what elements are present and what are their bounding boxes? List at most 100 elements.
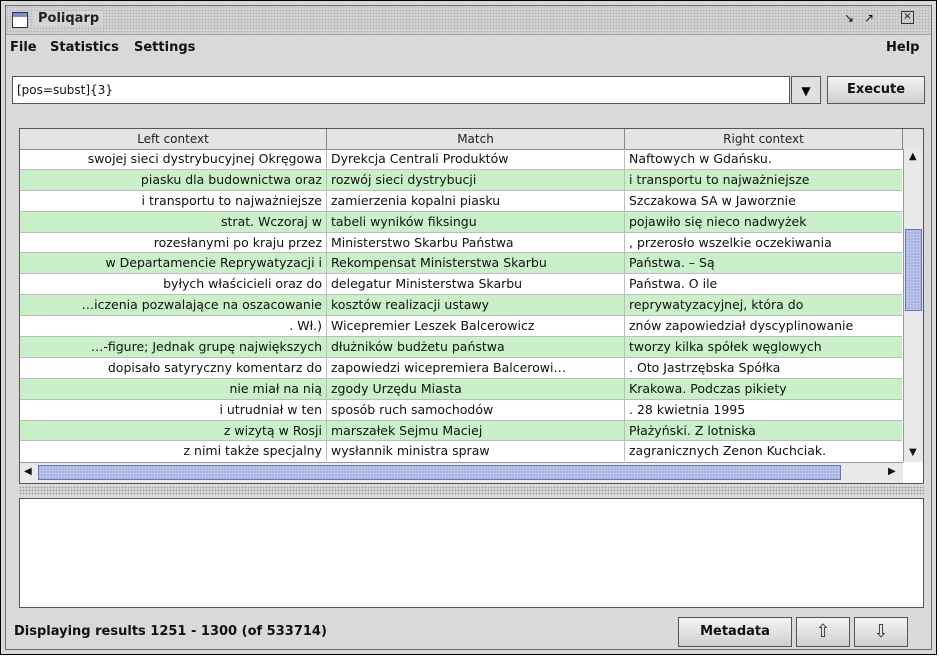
- next-page-button[interactable]: ⇩: [854, 617, 908, 647]
- menu-statistics[interactable]: Statistics: [50, 40, 119, 55]
- left-context-cell: piasku dla budownictwa oraz: [20, 169, 327, 190]
- right-context-cell: Naftowych w Gdańsku.: [629, 151, 772, 166]
- scroll-right-icon[interactable]: ▶: [888, 466, 896, 477]
- table-row[interactable]: nie miał na nią zgody Urzędu Miasta Krak…: [20, 378, 902, 400]
- split-pane-divider[interactable]: [19, 486, 924, 495]
- match-cell: delegatur Ministerstwa Skarbu: [327, 274, 625, 295]
- right-context-cell: znów zapowiedział dyscyplinowanie: [629, 318, 854, 334]
- match-cell: zapowiedzi wicepremiera Balcerowi…: [327, 357, 625, 378]
- left-context-cell: w Departamencie Reprywatyzacji i: [20, 253, 327, 274]
- right-context-cell: Krakowa. Podczas pikiety: [629, 380, 787, 396]
- right-context-cell: Szczakowa SA w Jaworznie: [629, 192, 796, 208]
- table-row[interactable]: z nimi także specjalny wysłannik ministr…: [20, 441, 902, 461]
- table-body: swojej sieci dystrybucyjnej Okręgowa Dyr…: [20, 149, 902, 461]
- title-bar[interactable]: Poliqarp ↘ ↗ ×: [6, 6, 931, 35]
- right-context-cell: Państwa. – Są: [629, 255, 715, 271]
- left-context-cell: z nimi także specjalny: [20, 441, 327, 461]
- header-left-context[interactable]: Left context: [20, 129, 327, 149]
- right-context-cell: tworzy kilka spółek węglowych: [629, 339, 822, 355]
- left-context-cell: i utrudniał w ten: [20, 399, 327, 420]
- right-context-cell: zagranicznych Zenon Kuchciak.: [629, 443, 827, 459]
- right-context-cell: pojawiło się nieco nadwyżek: [629, 213, 807, 229]
- vertical-scrollbar[interactable]: ▲ ▼: [903, 149, 923, 462]
- chevron-down-icon: ▼: [801, 84, 811, 98]
- table-row[interactable]: …iczenia pozwalające na oszacowanie kosz…: [20, 295, 902, 317]
- left-context-cell: rozesłanymi po kraju przez: [20, 232, 327, 253]
- menu-help[interactable]: Help: [886, 40, 919, 55]
- match-cell: zgody Urzędu Miasta: [327, 378, 625, 399]
- scroll-left-icon[interactable]: ◀: [24, 466, 32, 477]
- table-row[interactable]: . Wł.) Wicepremier Leszek Balcerowicz zn…: [20, 316, 902, 338]
- table-row[interactable]: piasku dla budownictwa oraz rozwój sieci…: [20, 169, 902, 191]
- match-cell: tabeli wyników fiksingu: [327, 211, 625, 232]
- table-row[interactable]: w Departamencie Reprywatyzacji i Rekompe…: [20, 253, 902, 275]
- right-context-cell: , przerosło wszelkie oczekiwania: [629, 234, 832, 250]
- results-status-text: Displaying results 1251 - 1300 (of 53371…: [14, 624, 327, 639]
- metadata-button[interactable]: Metadata: [678, 617, 792, 647]
- menu-settings[interactable]: Settings: [134, 40, 195, 55]
- status-bar: Displaying results 1251 - 1300 (of 53371…: [6, 614, 931, 650]
- table-row[interactable]: byłych właścicieli oraz do delegatur Min…: [20, 274, 902, 296]
- table-row[interactable]: …-figure; Jednak grupę największych dłuż…: [20, 337, 902, 358]
- table-row[interactable]: z wizytą w Rosji marszałek Sejmu Maciej …: [20, 420, 902, 442]
- arrow-down-icon: ⇩: [873, 621, 889, 642]
- app-window: Poliqarp ↘ ↗ × File Statistics Settings …: [0, 0, 937, 655]
- left-context-cell: dopisało satyryczny komentarz do: [20, 357, 327, 378]
- left-context-cell: byłych właścicieli oraz do: [20, 274, 327, 295]
- right-context-cell: . Oto Jastrzębska Spółka: [629, 359, 781, 375]
- horizontal-scroll-thumb[interactable]: [38, 465, 841, 480]
- left-context-cell: …iczenia pozwalające na oszacowanie: [20, 295, 327, 316]
- left-context-cell: …-figure; Jednak grupę największych: [20, 337, 327, 358]
- detail-panel: [19, 498, 924, 608]
- app-window-icon: [12, 12, 28, 28]
- table-row[interactable]: i utrudniał w ten sposób ruch samochodów…: [20, 399, 902, 421]
- left-context-cell: strat. Wczoraj w: [20, 211, 327, 232]
- window-frame: Poliqarp ↘ ↗ × File Statistics Settings …: [5, 5, 932, 650]
- table-row[interactable]: i transportu to najważniejsze zamierzeni…: [20, 190, 902, 212]
- match-cell: zamierzenia kopalni piasku: [327, 190, 625, 211]
- execute-button[interactable]: Execute: [827, 76, 925, 104]
- window-title: Poliqarp: [34, 11, 104, 26]
- header-match[interactable]: Match: [327, 129, 625, 149]
- right-context-cell: i transportu to najważniejsze: [629, 171, 810, 187]
- arrow-up-icon: ⇧: [815, 621, 831, 642]
- left-context-cell: swojej sieci dystrybucyjnej Okręgowa: [20, 149, 327, 169]
- query-row: ▼ Execute: [12, 76, 927, 106]
- match-cell: rozwój sieci dystrybucji: [327, 169, 625, 190]
- left-context-cell: z wizytą w Rosji: [20, 420, 327, 441]
- right-context-cell: Państwa. O ile: [629, 276, 718, 292]
- match-cell: kosztów realizacji ustawy: [327, 295, 625, 316]
- right-context-cell: . 28 kwietnia 1995: [629, 401, 746, 417]
- match-cell: Wicepremier Leszek Balcerowicz: [327, 316, 625, 337]
- match-cell: wysłannik ministra spraw: [327, 441, 625, 461]
- minimize-icon[interactable]: ↘: [844, 11, 854, 25]
- maximize-icon[interactable]: ↗: [864, 11, 874, 25]
- previous-page-button[interactable]: ⇧: [796, 617, 850, 647]
- table-row[interactable]: rozesłanymi po kraju przez Ministerstwo …: [20, 232, 902, 254]
- query-history-dropdown[interactable]: ▼: [791, 76, 821, 104]
- horizontal-scrollbar[interactable]: ◀ ▶: [20, 462, 903, 483]
- match-cell: marszałek Sejmu Maciej: [327, 420, 625, 441]
- header-right-context[interactable]: Right context: [625, 129, 903, 149]
- table-row[interactable]: strat. Wczoraj w tabeli wyników fiksingu…: [20, 211, 902, 233]
- scroll-down-icon[interactable]: ▼: [909, 447, 917, 458]
- results-table: Left context Match Right context swojej …: [19, 128, 924, 484]
- scroll-up-icon[interactable]: ▲: [909, 151, 917, 162]
- left-context-cell: nie miał na nią: [20, 378, 327, 399]
- right-context-cell: Płażyński. Z lotniska: [629, 422, 756, 438]
- close-icon[interactable]: ×: [901, 11, 914, 24]
- match-cell: sposób ruch samochodów: [327, 399, 625, 420]
- menu-bar: File Statistics Settings Help: [6, 36, 931, 60]
- left-context-cell: i transportu to najważniejsze: [20, 190, 327, 211]
- right-context-cell: reprywatyzacyjnej, która do: [629, 297, 804, 313]
- match-cell: Ministerstwo Skarbu Państwa: [327, 232, 625, 253]
- vertical-scroll-thumb[interactable]: [905, 229, 922, 311]
- table-row[interactable]: dopisało satyryczny komentarz do zapowie…: [20, 357, 902, 379]
- table-header: Left context Match Right context: [20, 129, 923, 150]
- match-cell: dłużników budżetu państwa: [327, 337, 625, 358]
- left-context-cell: . Wł.): [20, 316, 327, 337]
- match-cell: Dyrekcja Centrali Produktów: [327, 149, 625, 169]
- table-row[interactable]: swojej sieci dystrybucyjnej Okręgowa Dyr…: [20, 149, 902, 170]
- menu-file[interactable]: File: [10, 40, 37, 55]
- query-input[interactable]: [12, 76, 790, 104]
